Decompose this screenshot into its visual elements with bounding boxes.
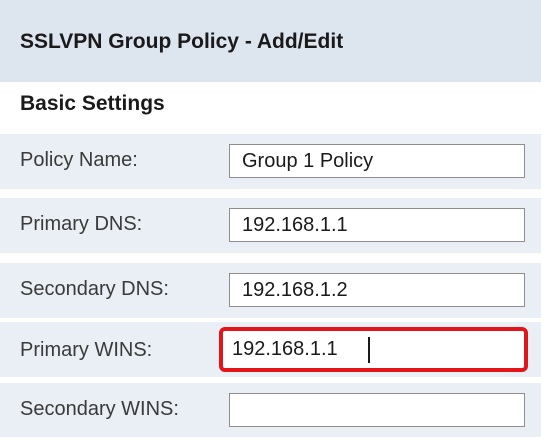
secondary-dns-input[interactable] bbox=[229, 273, 525, 307]
secondary-dns-row: Secondary DNS: bbox=[0, 263, 541, 318]
secondary-wins-label: Secondary WINS: bbox=[20, 398, 179, 420]
primary-wins-label: Primary WINS: bbox=[20, 339, 153, 361]
page-title: SSLVPN Group Policy - Add/Edit bbox=[20, 30, 344, 53]
text-caret bbox=[368, 337, 370, 363]
primary-dns-row: Primary DNS: bbox=[0, 198, 541, 253]
title-bar: SSLVPN Group Policy - Add/Edit bbox=[0, 0, 541, 82]
policy-name-row: Policy Name: bbox=[0, 134, 541, 189]
secondary-wins-row: Secondary WINS: bbox=[0, 383, 541, 437]
section-title-basic-settings: Basic Settings bbox=[20, 92, 165, 115]
primary-dns-label: Primary DNS: bbox=[20, 213, 143, 235]
policy-name-label: Policy Name: bbox=[20, 149, 138, 171]
secondary-wins-input[interactable] bbox=[229, 393, 525, 427]
policy-name-input[interactable] bbox=[229, 144, 525, 178]
primary-wins-row: Primary WINS: bbox=[0, 322, 541, 377]
group-policy-panel: SSLVPN Group Policy - Add/Edit Basic Set… bbox=[0, 0, 541, 437]
primary-wins-input[interactable] bbox=[219, 327, 528, 372]
secondary-dns-label: Secondary DNS: bbox=[20, 278, 169, 300]
primary-dns-input[interactable] bbox=[229, 208, 525, 242]
